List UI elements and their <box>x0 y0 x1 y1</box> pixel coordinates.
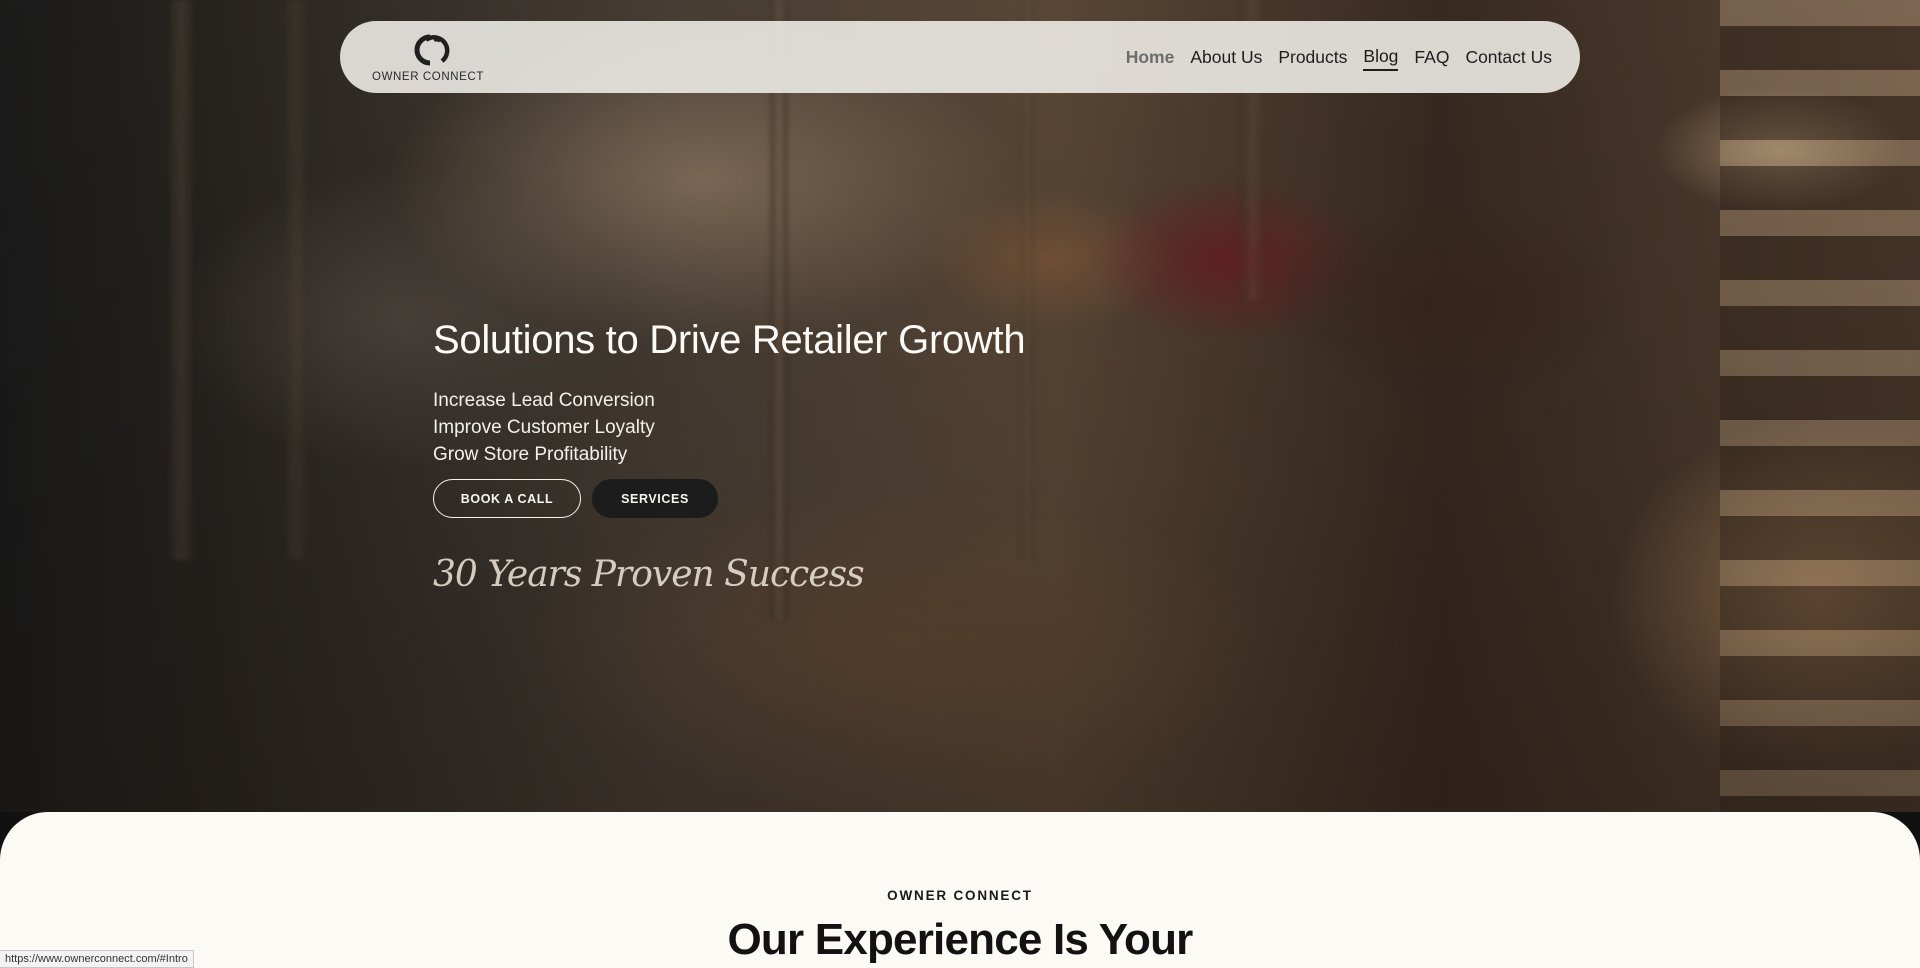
logo-text: OWNER CONNECT <box>372 71 484 83</box>
hero-content: Solutions to Drive Retailer Growth Incre… <box>433 318 1026 595</box>
nav-item-contact-us[interactable]: Contact Us <box>1465 45 1552 70</box>
hero-buttons: BOOK A CALL SERVICES <box>433 479 1025 518</box>
hero-benefit-item: Grow Store Profitability <box>433 444 628 465</box>
hero-benefit-item: Increase Lead Conversion <box>433 390 655 411</box>
section-title: Our Experience Is Your <box>0 915 1920 965</box>
nav-item-about-us[interactable]: About Us <box>1190 45 1262 70</box>
nav-item-faq[interactable]: FAQ <box>1414 45 1449 70</box>
hero-title: Solutions to Drive Retailer Growth <box>433 318 1026 362</box>
page: OWNER CONNECT Home About Us Products Blo… <box>0 0 1920 968</box>
section-eyebrow: OWNER CONNECT <box>887 888 1033 903</box>
browser-status-url: https://www.ownerconnect.com/#Intro <box>0 950 194 968</box>
section-title-pre: Our <box>727 915 815 964</box>
book-a-call-button[interactable]: BOOK A CALL <box>433 479 581 518</box>
brand-logo[interactable]: OWNER CONNECT <box>372 31 484 83</box>
intro-section: OWNER CONNECT Our Experience Is Your <box>0 812 1920 968</box>
hero-benefit-item: Improve Customer Loyalty <box>433 417 655 438</box>
nav-links: Home About Us Products Blog FAQ Contact … <box>1126 44 1552 71</box>
nav-item-products[interactable]: Products <box>1278 45 1347 70</box>
section-title-bold: Experience <box>814 915 1043 964</box>
top-navbar: OWNER CONNECT Home About Us Products Blo… <box>340 21 1580 93</box>
hero-tagline: 30 Years Proven Success <box>433 554 865 595</box>
nav-item-blog[interactable]: Blog <box>1363 44 1399 71</box>
services-button[interactable]: SERVICES <box>592 479 718 518</box>
section-title-post: Is Your <box>1041 915 1193 964</box>
hero-benefits-list: Increase Lead Conversion Improve Custome… <box>433 387 1025 468</box>
nav-item-home[interactable]: Home <box>1126 45 1175 70</box>
logo-mark-icon <box>414 34 450 66</box>
